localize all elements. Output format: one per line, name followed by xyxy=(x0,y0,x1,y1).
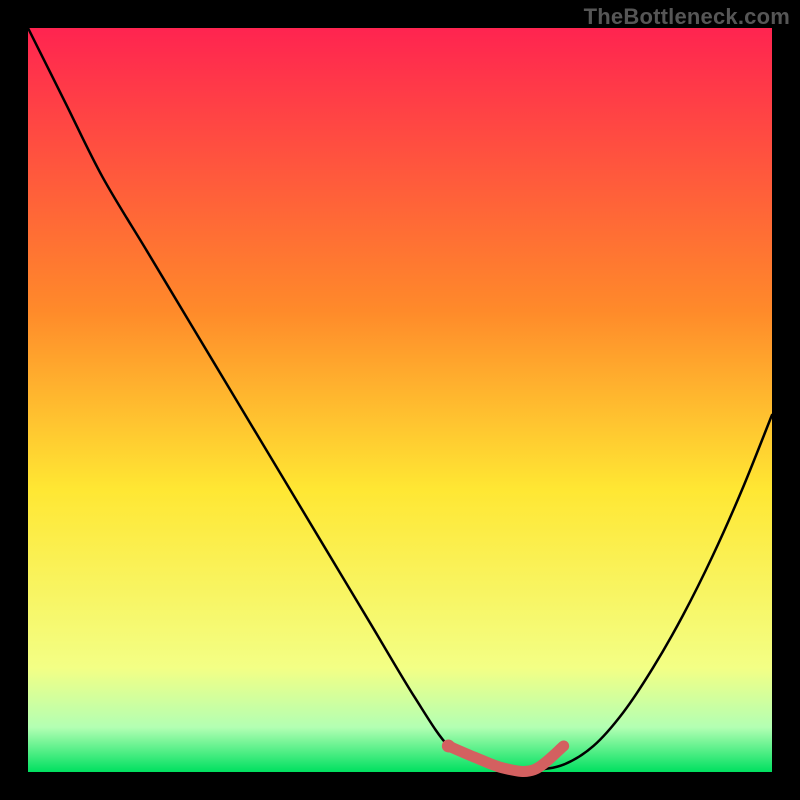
bottleneck-chart xyxy=(0,0,800,800)
optimal-range-start-dot xyxy=(442,739,455,752)
chart-frame: { "watermark": "TheBottleneck.com", "col… xyxy=(0,0,800,800)
gradient-background xyxy=(28,28,772,772)
watermark-text: TheBottleneck.com xyxy=(584,4,790,30)
